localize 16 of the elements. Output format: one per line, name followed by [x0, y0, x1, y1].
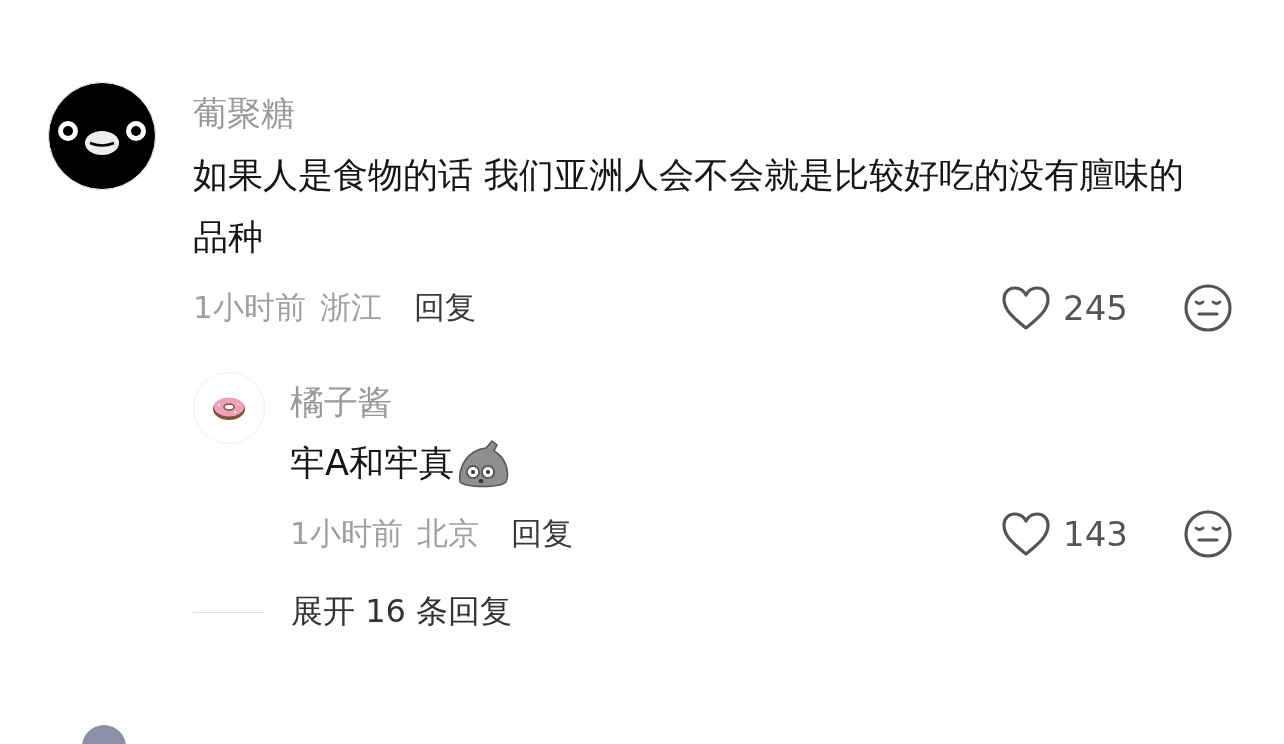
location: 浙江: [319, 288, 382, 327]
reply-button[interactable]: 回复: [510, 513, 573, 555]
like-count: 143: [1063, 514, 1128, 554]
like-count: 245: [1063, 288, 1128, 328]
neutral-face-icon[interactable]: [1183, 283, 1233, 333]
donut-icon: [211, 395, 247, 421]
reply-text: 牢A和牢真: [290, 442, 454, 485]
reply-button[interactable]: 回复: [413, 287, 476, 329]
heart-icon[interactable]: [1001, 511, 1051, 557]
timestamp: 1小时前: [290, 514, 403, 553]
expand-replies-button[interactable]: 展开 16 条回复: [291, 590, 513, 634]
comment-text: 如果人是食物的话 我们亚洲人会不会就是比较好吃的没有膻味的品种: [193, 154, 1186, 259]
neutral-face-icon[interactable]: [1183, 509, 1233, 559]
timestamp: 1小时前: [193, 288, 306, 327]
heart-icon[interactable]: [1001, 285, 1051, 331]
location: 北京: [416, 514, 479, 553]
